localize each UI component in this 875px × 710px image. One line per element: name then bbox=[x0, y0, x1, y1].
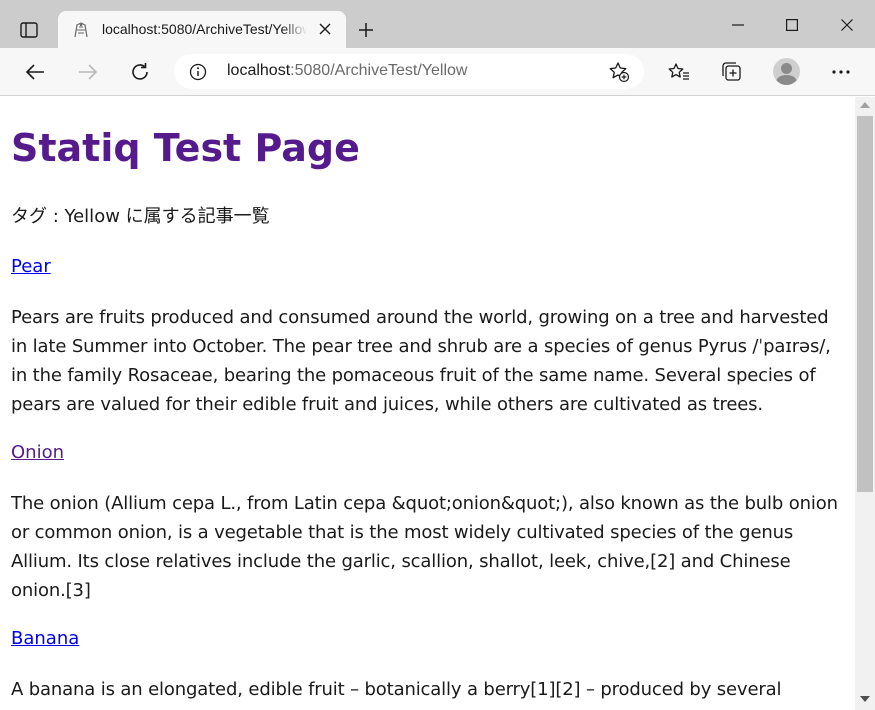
article-item: Onion The onion (Allium cepa L., from La… bbox=[11, 441, 849, 605]
browser-toolbar: localhost:5080/ArchiveTest/Yellow bbox=[0, 48, 875, 96]
arrow-right-icon bbox=[79, 64, 98, 80]
minimize-icon bbox=[732, 24, 744, 26]
close-icon bbox=[319, 23, 331, 35]
maximize-button[interactable] bbox=[777, 10, 807, 40]
page-body: Statiq Test Page タグ : Yellow に属する記事一覧 Pe… bbox=[11, 125, 849, 710]
minimize-button[interactable] bbox=[723, 10, 753, 40]
article-item: Pear Pears are fruits produced and consu… bbox=[11, 255, 849, 419]
favorites-button[interactable] bbox=[664, 57, 694, 87]
url-path: :5080/ArchiveTest/Yellow bbox=[290, 62, 468, 79]
forward-button[interactable] bbox=[73, 57, 103, 87]
article-summary: The onion (Allium cepa L., from Latin ce… bbox=[11, 493, 838, 601]
more-button[interactable] bbox=[826, 57, 856, 87]
tab-title: localhost:5080/ArchiveTest/Yellow bbox=[102, 21, 307, 37]
refresh-button[interactable] bbox=[125, 57, 155, 87]
profile-icon[interactable] bbox=[773, 58, 800, 85]
add-favorite-button[interactable] bbox=[607, 61, 631, 83]
refresh-icon bbox=[132, 63, 148, 80]
window-close-button[interactable] bbox=[832, 10, 862, 40]
page-favicon-icon bbox=[72, 21, 90, 39]
article-summary: A banana is an elongated, edible fruit –… bbox=[11, 679, 782, 700]
favorites-icon bbox=[668, 63, 689, 80]
back-button[interactable] bbox=[20, 57, 50, 87]
close-icon bbox=[841, 19, 853, 31]
new-tab-button[interactable] bbox=[352, 16, 380, 44]
page-content: Statiq Test Page タグ : Yellow に属する記事一覧 Pe… bbox=[0, 97, 855, 710]
address-bar[interactable]: localhost:5080/ArchiveTest/Yellow bbox=[174, 54, 644, 89]
scroll-thumb[interactable] bbox=[857, 116, 873, 492]
site-info-button[interactable] bbox=[188, 62, 208, 82]
tag-heading: タグ : Yellow に属する記事一覧 bbox=[11, 206, 270, 227]
collections-icon bbox=[722, 62, 741, 81]
url-text[interactable]: localhost:5080/ArchiveTest/Yellow bbox=[227, 62, 467, 80]
tab-strip: localhost:5080/ArchiveTest/Yellow bbox=[0, 0, 875, 48]
active-tab[interactable]: localhost:5080/ArchiveTest/Yellow bbox=[58, 11, 346, 48]
article-summary: Pears are fruits produced and consumed a… bbox=[11, 307, 831, 415]
arrow-left-icon bbox=[25, 64, 44, 80]
vertical-scrollbar[interactable] bbox=[855, 97, 875, 710]
maximize-icon bbox=[786, 19, 798, 31]
article-link-banana[interactable]: Banana bbox=[11, 627, 79, 651]
tab-actions-icon bbox=[20, 22, 38, 38]
url-host: localhost bbox=[227, 62, 291, 79]
article-item: Banana A banana is an elongated, edible … bbox=[11, 627, 849, 704]
page-title: Statiq Test Page bbox=[11, 126, 360, 170]
scroll-down-arrow-icon[interactable] bbox=[860, 696, 870, 702]
plus-icon bbox=[359, 23, 373, 37]
info-icon bbox=[189, 63, 207, 81]
star-plus-icon bbox=[609, 62, 630, 83]
collections-button[interactable] bbox=[717, 57, 747, 87]
article-link-pear[interactable]: Pear bbox=[11, 255, 51, 279]
tab-actions-button[interactable] bbox=[13, 16, 45, 44]
scroll-up-arrow-icon[interactable] bbox=[860, 102, 870, 108]
more-icon bbox=[832, 70, 850, 74]
tab-close-button[interactable] bbox=[315, 19, 335, 39]
article-link-onion[interactable]: Onion bbox=[11, 441, 64, 465]
